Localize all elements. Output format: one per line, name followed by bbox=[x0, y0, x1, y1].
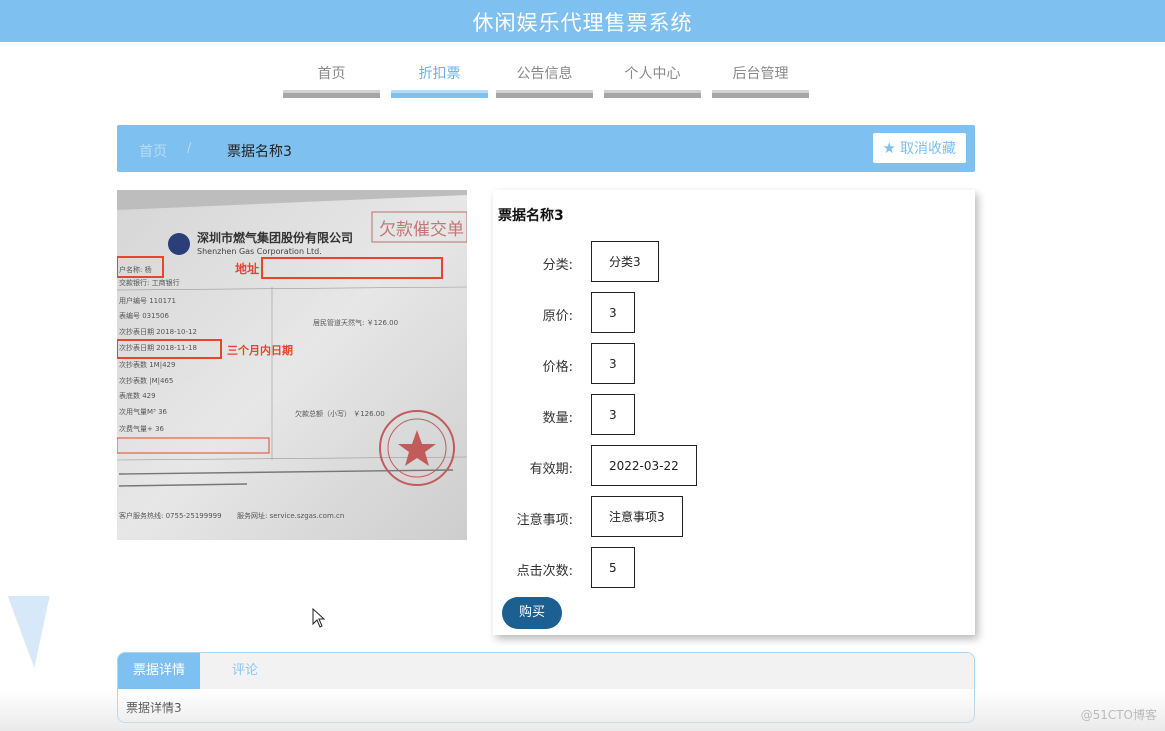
photo-line: 次抄表日期 2018-11-18 bbox=[119, 343, 197, 352]
nav-label: 个人中心 bbox=[624, 66, 681, 82]
stamp-title: 欠款催交单 bbox=[379, 220, 464, 240]
field-row-category: 分类: 分类3 bbox=[493, 241, 975, 282]
field-label: 注意事项: bbox=[516, 513, 573, 528]
nav-label: 公告信息 bbox=[516, 66, 573, 82]
star-icon: ★ bbox=[882, 138, 896, 157]
nav-item-personal-center[interactable]: 个人中心 bbox=[604, 60, 701, 98]
photo-line: 次费气量+ 36 bbox=[119, 424, 165, 433]
field-value: 分类3 bbox=[591, 241, 659, 282]
breadcrumb-home[interactable]: 首页 bbox=[139, 141, 167, 161]
ticket-detail-card: 票据名称3 分类: 分类3 原价: 3 价格: 3 数量: 3 有效期: 202… bbox=[493, 190, 975, 635]
ticket-name: 票据名称3 bbox=[498, 208, 564, 224]
field-label: 原价: bbox=[542, 309, 573, 324]
unfavorite-label: 取消收藏 bbox=[900, 141, 956, 157]
photo-line: 次用气量M³ 36 bbox=[119, 407, 168, 416]
photo-line: 次抄表日期 2018-10-12 bbox=[119, 327, 197, 336]
tab-content: 票据详情3 bbox=[126, 701, 182, 715]
field-value: 2022-03-22 bbox=[591, 445, 697, 486]
field-label: 点击次数: bbox=[516, 564, 573, 579]
nav-label: 首页 bbox=[317, 66, 346, 82]
field-row-price: 价格: 3 bbox=[493, 343, 975, 384]
nav-label: 折扣票 bbox=[418, 66, 461, 82]
ticket-photo-image: 深圳市燃气集团股份有限公司 Shenzhen Gas Corporation L… bbox=[117, 190, 467, 540]
photo-line: 次抄表数 1M|429 bbox=[119, 360, 175, 369]
breadcrumb-current: 票据名称3 bbox=[227, 144, 292, 160]
field-value: 3 bbox=[591, 292, 635, 333]
breadcrumb-separator: / bbox=[187, 141, 192, 156]
field-row-original-price: 原价: 3 bbox=[493, 292, 975, 333]
nav-item-announcements[interactable]: 公告信息 bbox=[496, 60, 593, 98]
field-row-quantity: 数量: 3 bbox=[493, 394, 975, 435]
photo-line: 交款银行: 工商银行 bbox=[119, 278, 180, 287]
field-row-valid-until: 有效期: 2022-03-22 bbox=[493, 445, 975, 486]
field-value: 3 bbox=[591, 343, 635, 384]
decorative-shape bbox=[0, 596, 50, 668]
nav-label: 后台管理 bbox=[732, 66, 789, 82]
photo-notice: 居民管道天然气: ￥126.00 bbox=[313, 318, 398, 327]
photo-line: 表底数 429 bbox=[119, 391, 156, 400]
field-value: 注意事项3 bbox=[591, 496, 683, 537]
photo-website: 服务网址: service.szgas.com.cn bbox=[237, 511, 344, 520]
field-label: 分类: bbox=[542, 258, 573, 273]
field-row-click-count: 点击次数: 5 bbox=[493, 547, 975, 588]
mouse-cursor-icon bbox=[312, 608, 326, 628]
unfavorite-button[interactable]: ★ 取消收藏 bbox=[872, 133, 966, 163]
photo-line: 表编号 031506 bbox=[119, 311, 169, 320]
photo-amount: 欠款总额（小写） ￥126.00 bbox=[295, 409, 385, 418]
gas-company-name-en: Shenzhen Gas Corporation Ltd. bbox=[197, 247, 322, 256]
detail-tabs: 票据详情 评论 票据详情3 bbox=[117, 652, 975, 723]
photo-hotline: 客户服务热线: 0755-25199999 bbox=[119, 511, 222, 520]
breadcrumb: 首页 / 票据名称3 ★ 取消收藏 bbox=[117, 125, 975, 172]
nav-item-home[interactable]: 首页 bbox=[283, 60, 380, 98]
buy-button[interactable]: 购买 bbox=[502, 597, 562, 629]
annotation-date: 三个月内日期 bbox=[227, 343, 293, 357]
field-value: 3 bbox=[591, 394, 635, 435]
watermark: @51CTO博客 bbox=[1080, 708, 1157, 722]
photo-line: 用户编号 110171 bbox=[119, 296, 176, 305]
field-label: 价格: bbox=[542, 360, 573, 375]
tab-comments[interactable]: 评论 bbox=[200, 653, 290, 689]
gas-company-name: 深圳市燃气集团股份有限公司 bbox=[197, 230, 353, 245]
field-value: 5 bbox=[591, 547, 635, 588]
photo-line: 次抄表数 |M|465 bbox=[119, 376, 173, 385]
ticket-photo: 深圳市燃气集团股份有限公司 Shenzhen Gas Corporation L… bbox=[117, 190, 467, 540]
field-label: 有效期: bbox=[529, 462, 573, 477]
nav-item-discount-tickets[interactable]: 折扣票 bbox=[391, 60, 488, 98]
app-header: 休闲娱乐代理售票系统 bbox=[0, 0, 1165, 42]
tab-ticket-details[interactable]: 票据详情 bbox=[118, 653, 200, 689]
field-label: 数量: bbox=[542, 411, 573, 426]
field-row-notes: 注意事项: 注意事项3 bbox=[493, 496, 975, 537]
app-title: 休闲娱乐代理售票系统 bbox=[472, 11, 693, 35]
nav-item-admin[interactable]: 后台管理 bbox=[712, 60, 809, 98]
tab-bar: 票据详情 评论 bbox=[118, 653, 974, 689]
annotation-address: 地址 bbox=[235, 261, 259, 276]
photo-line: 户名称: 杨 bbox=[119, 265, 152, 274]
